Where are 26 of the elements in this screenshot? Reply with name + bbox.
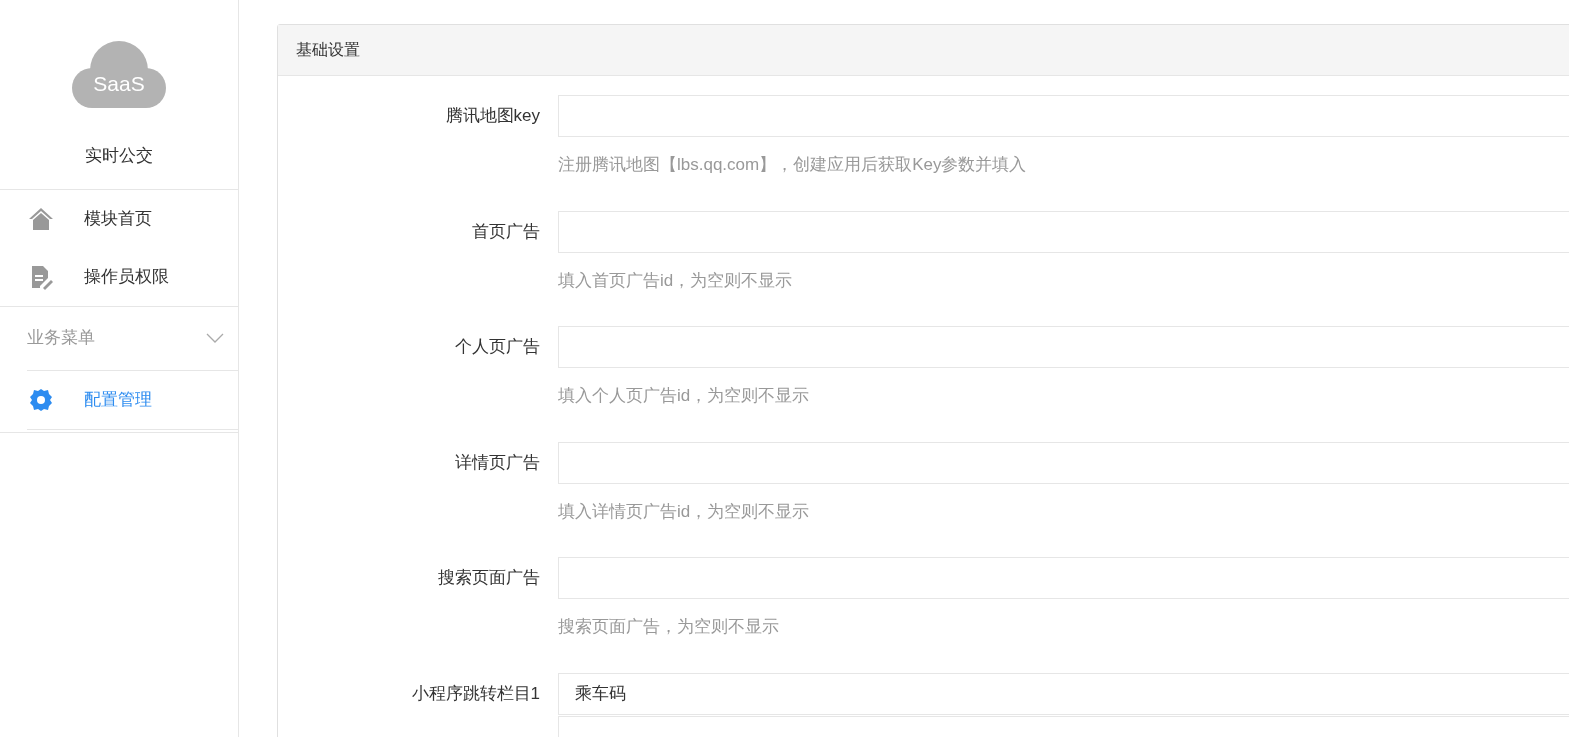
field-hint: 注册腾讯地图【lbs.qq.com】，创建应用后获取Key参数并填入 [558, 154, 1028, 176]
field-label: 首页广告 [472, 220, 540, 243]
chevron-icon [206, 333, 224, 343]
field-label: 搜索页面广告 [438, 567, 540, 590]
panel-header: 基础设置 [278, 25, 1569, 76]
logo: SaaS [72, 40, 166, 108]
nav-item[interactable]: 操作员权限 [0, 247, 238, 306]
input-field[interactable] [558, 441, 1569, 484]
input-field[interactable] [558, 326, 1569, 368]
input-field[interactable]: 乘车码 [558, 672, 1569, 715]
app-name: 实时公交 [85, 145, 153, 167]
field-hint: 填入首页广告id，为空则不显示 [558, 269, 794, 292]
field-hint: 填入详情页广告id，为空则不显示 [558, 500, 811, 523]
nav-item[interactable]: 配置管理 [0, 370, 238, 429]
input-field[interactable] [558, 95, 1569, 137]
input-field[interactable] [558, 557, 1569, 599]
input-field[interactable] [558, 210, 1569, 253]
field-label: 详情页广告 [455, 451, 540, 474]
field-hint: 填入个人页广告id，为空则不显示 [558, 385, 811, 407]
house-icon [28, 205, 54, 232]
field-label: 腾讯地图key [445, 105, 540, 128]
field-hint: 搜索页面广告，为空则不显示 [558, 616, 780, 638]
nav-item[interactable]: 模块首页 [0, 189, 238, 248]
field-label: 小程序跳转栏目1 [411, 682, 540, 705]
field-label: 个人页广告 [455, 336, 540, 359]
gear-icon [28, 386, 54, 413]
